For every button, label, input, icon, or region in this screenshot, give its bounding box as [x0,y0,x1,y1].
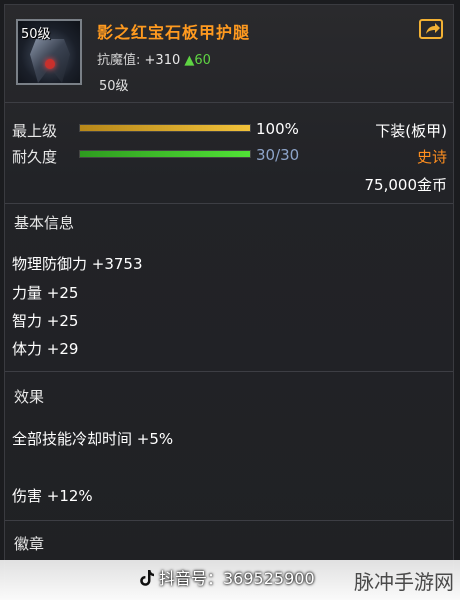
max-level-label: 最上级 [12,122,58,140]
effect-cooldown: 全部技能冷却时间 +5% [12,430,174,448]
basic-divider [5,203,453,204]
site-watermark: 脉冲手游网 [354,570,454,594]
item-level-text: 50级 [99,79,129,94]
max-level-bar-fill [80,125,250,131]
share-button[interactable] [419,19,443,39]
effects-title: 效果 [14,388,45,406]
max-level-value: 100% [256,120,299,138]
effect-damage: 伤害 +12% [12,487,93,505]
header-divider [5,102,453,103]
enchant-bonus: ▲60 [184,53,211,68]
basic-info-title: 基本信息 [14,214,75,232]
enchant-stat: 抗魔值: +310 ▲60 [97,49,211,68]
durability-value: 30/30 [256,146,300,164]
ruby-gem-icon [45,59,55,69]
item-name: 影之红宝石板甲护腿 [97,23,251,42]
durability-label: 耐久度 [12,148,58,166]
enchant-value: +310 [144,53,181,68]
badge-divider [5,520,453,521]
item-type: 下装(板甲) [375,122,447,140]
max-level-bar [79,124,251,132]
item-tooltip-panel: 50级 影之红宝石板甲护腿 抗魔值: +310 ▲60 50级 最上级 100%… [4,4,454,596]
durability-bar-fill [80,151,250,157]
durability-bar [79,150,251,158]
douyin-watermark: 抖音号：369525900 [139,565,315,589]
badge-title: 徽章 [14,535,45,553]
attr-physical-defense: 物理防御力 +3753 [12,255,143,273]
item-level-badge: 50级 [21,27,51,42]
effects-divider [5,371,453,372]
attr-stamina: 体力 +29 [12,340,79,358]
tiktok-logo-icon [140,570,154,586]
attr-strength: 力量 +25 [12,284,79,302]
item-price: 75,000金币 [364,176,448,194]
item-quality: 史诗 [416,148,447,166]
enchant-label: 抗魔值: [97,53,141,68]
leg-armor-icon[interactable]: 50级 [16,19,82,85]
share-icon [426,23,440,34]
attr-intelligence: 智力 +25 [12,312,79,330]
douyin-id: 抖音号：369525900 [159,569,315,588]
